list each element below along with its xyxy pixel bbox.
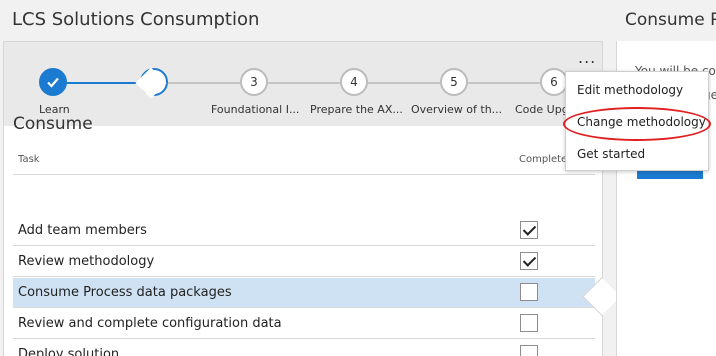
step-6-label: Code Upg: [515, 103, 569, 116]
table-row-selected[interactable]: Consume Process data packages: [13, 278, 595, 308]
completed-checkbox[interactable]: [520, 345, 538, 356]
menu-item-edit-methodology[interactable]: Edit methodology: [577, 83, 683, 97]
app-root: LCS Solutions Consumption Consume P ... …: [0, 0, 716, 356]
more-options-button[interactable]: ...: [578, 48, 596, 67]
step-connector: [268, 82, 340, 84]
step-connector: [66, 82, 140, 84]
column-header-task: Task: [18, 154, 40, 165]
task-label: Deploy solution: [18, 347, 120, 356]
table-row[interactable]: Deploy solution: [13, 340, 595, 356]
table-row[interactable]: Review and complete configuration data: [13, 309, 595, 339]
page-title: LCS Solutions Consumption: [12, 9, 260, 30]
completed-checkbox[interactable]: [520, 221, 538, 239]
section-heading: Consume: [13, 114, 93, 134]
table-header: Task Completed: [13, 150, 595, 175]
highlight-annotation: [563, 107, 711, 141]
step-5[interactable]: 5: [440, 68, 468, 96]
table-row[interactable]: Review methodology: [13, 247, 595, 277]
completed-checkbox[interactable]: [520, 283, 538, 301]
step-connector: [368, 82, 440, 84]
step-6[interactable]: 6: [540, 68, 568, 96]
task-label: Review methodology: [18, 254, 155, 269]
step-connector: [468, 82, 540, 84]
step-3-label: Foundational I...: [211, 103, 300, 116]
task-label: Consume Process data packages: [18, 285, 232, 300]
task-label: Review and complete configuration data: [18, 316, 282, 331]
menu-item-get-started[interactable]: Get started: [577, 147, 645, 161]
completed-checkbox[interactable]: [520, 252, 538, 270]
step-5-label: Overview of th...: [411, 103, 503, 116]
step-connector: [168, 82, 240, 84]
step-1-done[interactable]: [39, 68, 67, 96]
step-4[interactable]: 4: [340, 68, 368, 96]
checkmark-icon: [47, 77, 59, 88]
completed-checkbox[interactable]: [520, 314, 538, 332]
table-row[interactable]: Add team members: [13, 216, 595, 246]
right-panel-title: Consume P: [625, 10, 716, 30]
step-3[interactable]: 3: [240, 68, 268, 96]
task-label: Add team members: [18, 223, 147, 238]
stepper: ... 2 3 4 5 6 Learn Foundational I... Pr…: [4, 42, 602, 126]
step-4-label: Prepare the AX...: [310, 103, 403, 116]
